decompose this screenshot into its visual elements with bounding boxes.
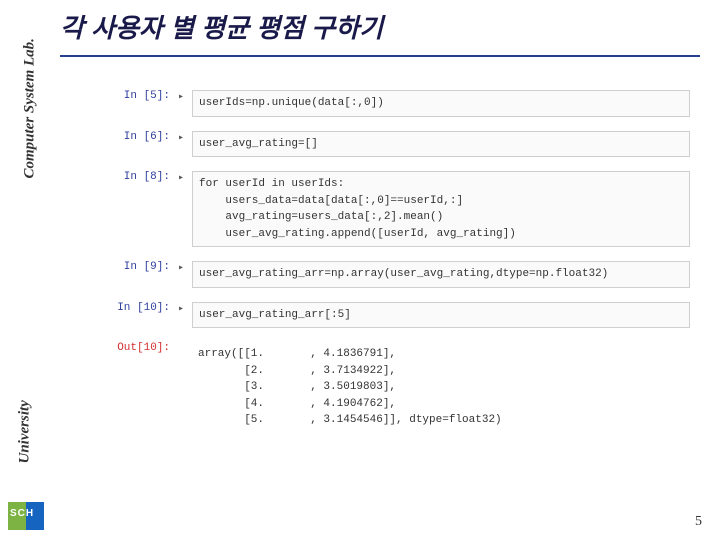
notebook-area: In [5]:▸userIds=np.unique(data[:,0])In […	[100, 90, 690, 447]
lab-label: Computer System Lab.	[22, 0, 39, 179]
notebook-cell: In [10]:▸ user_avg_rating_arr[:5]	[100, 302, 690, 329]
code-line: user_avg_rating.append([userId, avg_rati…	[199, 226, 683, 243]
code-line: [2. , 3.7134922],	[198, 363, 684, 380]
code-input-box[interactable]: for userId in userIds: users_data=data[d…	[192, 171, 690, 247]
run-cell-icon[interactable]: ▸	[178, 261, 192, 288]
university-label: University	[17, 374, 34, 464]
run-cell-icon[interactable]: ▸	[178, 171, 192, 247]
title-underline	[60, 55, 700, 57]
code-line: user_avg_rating=[]	[199, 136, 683, 153]
input-prompt: In [5]:	[100, 90, 178, 117]
code-line: [5. , 3.1454546]], dtype=float32)	[198, 412, 684, 429]
code-line: userIds=np.unique(data[:,0])	[199, 95, 683, 112]
code-input-box[interactable]: user_avg_rating_arr=np.array(user_avg_ra…	[192, 261, 690, 288]
code-line: [4. , 4.1904762],	[198, 396, 684, 413]
input-prompt: In [6]:	[100, 131, 178, 158]
notebook-cell: Out[10]:array([[1. , 4.1836791], [2. , 3…	[100, 342, 690, 433]
code-line: avg_rating=users_data[:,2].mean()	[199, 209, 683, 226]
output-prompt: Out[10]:	[100, 342, 178, 433]
code-input-box[interactable]: user_avg_rating_arr[:5]	[192, 302, 690, 329]
sch-logo: SCH	[8, 502, 46, 530]
logo-text: SCH	[10, 508, 34, 519]
run-cell-icon[interactable]: ▸	[178, 90, 192, 117]
sidebar-lab: Computer System Lab.	[10, 0, 40, 180]
run-cell-icon[interactable]: ▸	[178, 302, 192, 329]
input-prompt: In [9]:	[100, 261, 178, 288]
run-cell-icon	[178, 342, 192, 433]
code-input-box[interactable]: user_avg_rating=[]	[192, 131, 690, 158]
input-prompt: In [8]:	[100, 171, 178, 247]
code-input-box[interactable]: userIds=np.unique(data[:,0])	[192, 90, 690, 117]
left-sidebar: Computer System Lab. University SCH	[0, 0, 50, 540]
code-line: [3. , 3.5019803],	[198, 379, 684, 396]
slide-title: 각 사용자 별 평균 평점 구하기	[60, 8, 710, 45]
code-line: user_avg_rating_arr[:5]	[199, 307, 683, 324]
code-line: user_avg_rating_arr=np.array(user_avg_ra…	[199, 266, 683, 283]
code-line: users_data=data[data[:,0]==userId,:]	[199, 193, 683, 210]
page-number: 5	[695, 514, 702, 530]
sidebar-university: University	[10, 370, 40, 510]
output-box: array([[1. , 4.1836791], [2. , 3.7134922…	[192, 342, 690, 433]
code-line: for userId in userIds:	[199, 176, 683, 193]
title-area: 각 사용자 별 평균 평점 구하기	[60, 8, 710, 57]
run-cell-icon[interactable]: ▸	[178, 131, 192, 158]
notebook-cell: In [6]:▸ user_avg_rating=[]	[100, 131, 690, 158]
code-line: array([[1. , 4.1836791],	[198, 346, 684, 363]
notebook-cell: In [5]:▸ userIds=np.unique(data[:,0])	[100, 90, 690, 117]
notebook-cell: In [9]:▸ user_avg_rating_arr=np.array(use…	[100, 261, 690, 288]
notebook-cell: In [8]:▸for userId in userIds: users_dat…	[100, 171, 690, 247]
input-prompt: In [10]:	[100, 302, 178, 329]
